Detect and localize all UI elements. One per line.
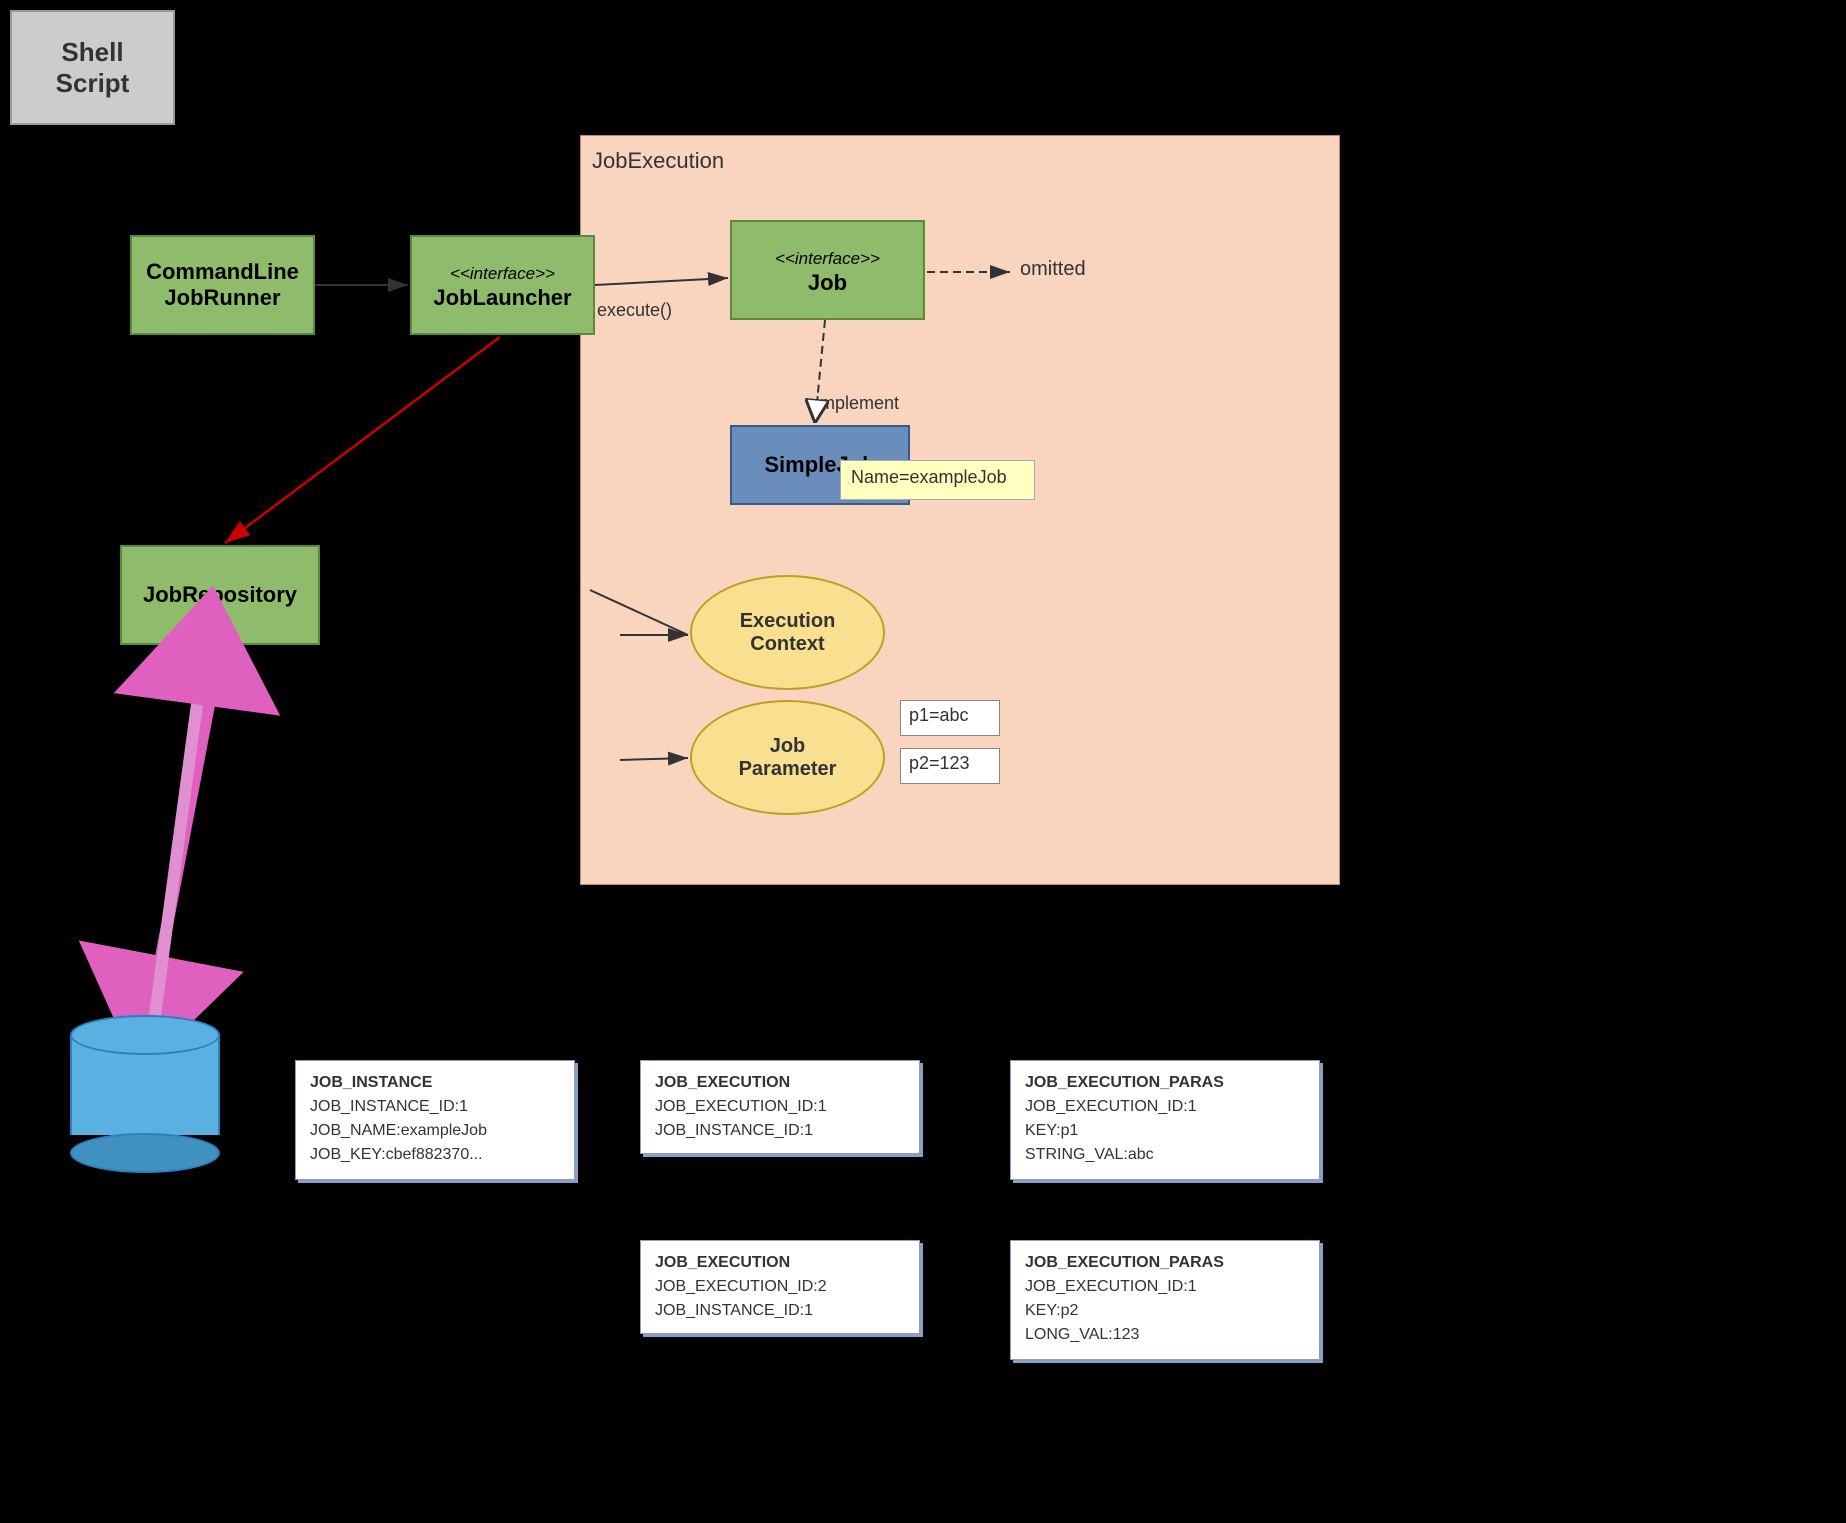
name-note-box: Name=exampleJob xyxy=(840,460,1035,500)
arrow-repo-to-db-down xyxy=(150,647,220,1015)
job-interface-label: <<interface>>Job xyxy=(775,244,880,296)
je1-line3: JOB_INSTANCE_ID:1 xyxy=(655,1119,905,1143)
joblauncher-label: <<interface>>JobLauncher xyxy=(433,259,571,311)
je2-line2: JOB_EXECUTION_ID:2 xyxy=(655,1275,905,1299)
name-note-label: Name=exampleJob xyxy=(851,467,1007,487)
jep1-line4: STRING_VAL:abc xyxy=(1025,1143,1305,1167)
job-param-label: Job Parameter xyxy=(739,735,837,781)
execute-label: execute() xyxy=(597,300,672,321)
job-execution-paras-1-card: JOB_EXECUTION_PARAS JOB_EXECUTION_ID:1 K… xyxy=(1010,1060,1320,1180)
jep2-line3: KEY:p2 xyxy=(1025,1299,1305,1323)
exec-context-ellipse: Execution Context xyxy=(690,575,885,690)
job-execution-1-card: JOB_EXECUTION JOB_EXECUTION_ID:1 JOB_INS… xyxy=(640,1060,920,1154)
job-instance-line3: JOB_NAME:exampleJob xyxy=(310,1119,560,1143)
p2-param-box: p2=123 xyxy=(900,748,1000,784)
job-instance-line1: JOB_INSTANCE xyxy=(310,1071,560,1095)
p1-label: p1=abc xyxy=(909,705,969,725)
jep1-line2: JOB_EXECUTION_ID:1 xyxy=(1025,1095,1305,1119)
db-top xyxy=(70,1015,220,1055)
omitted-text: omitted xyxy=(1020,258,1086,281)
p1-param-box: p1=abc xyxy=(900,700,1000,736)
jobrepository-label: JobRepository xyxy=(143,582,297,608)
job-param-ellipse: Job Parameter xyxy=(690,700,885,815)
job-interface-box: <<interface>>Job xyxy=(730,220,925,320)
job-instance-line4: JOB_KEY:cbef882370... xyxy=(310,1143,560,1167)
job-execution-2-card: JOB_EXECUTION JOB_EXECUTION_ID:2 JOB_INS… xyxy=(640,1240,920,1334)
jep2-line4: LONG_VAL:123 xyxy=(1025,1323,1305,1347)
jep1-line1: JOB_EXECUTION_PARAS xyxy=(1025,1071,1305,1095)
shell-script-box: Shell Script xyxy=(10,10,175,125)
db-bottom xyxy=(70,1133,220,1173)
implement-label: Implement xyxy=(815,393,899,414)
shell-script-label: Shell Script xyxy=(56,37,130,99)
commandline-label: CommandLine JobRunner xyxy=(146,259,299,311)
database-container xyxy=(70,1015,220,1173)
joblauncher-box: <<interface>>JobLauncher xyxy=(410,235,595,335)
job-execution-paras-2-card: JOB_EXECUTION_PARAS JOB_EXECUTION_ID:1 K… xyxy=(1010,1240,1320,1360)
jep2-line2: JOB_EXECUTION_ID:1 xyxy=(1025,1275,1305,1299)
je2-line1: JOB_EXECUTION xyxy=(655,1251,905,1275)
commandline-jobrunner-box: CommandLine JobRunner xyxy=(130,235,315,335)
je2-line3: JOB_INSTANCE_ID:1 xyxy=(655,1299,905,1323)
jobrepository-box: JobRepository xyxy=(120,545,320,645)
p2-label: p2=123 xyxy=(909,753,970,773)
job-execution-label: JobExecution xyxy=(592,148,724,174)
job-instance-line2: JOB_INSTANCE_ID:1 xyxy=(310,1095,560,1119)
jep1-line3: KEY:p1 xyxy=(1025,1119,1305,1143)
database-cylinder xyxy=(70,1015,220,1173)
je1-line2: JOB_EXECUTION_ID:1 xyxy=(655,1095,905,1119)
exec-context-label: Execution Context xyxy=(740,610,836,656)
arrow-launcher-to-repo xyxy=(225,337,500,543)
jep2-line1: JOB_EXECUTION_PARAS xyxy=(1025,1251,1305,1275)
arrow-db-to-repo-up xyxy=(155,645,205,1015)
job-instance-card: JOB_INSTANCE JOB_INSTANCE_ID:1 JOB_NAME:… xyxy=(295,1060,575,1180)
je1-line1: JOB_EXECUTION xyxy=(655,1071,905,1095)
